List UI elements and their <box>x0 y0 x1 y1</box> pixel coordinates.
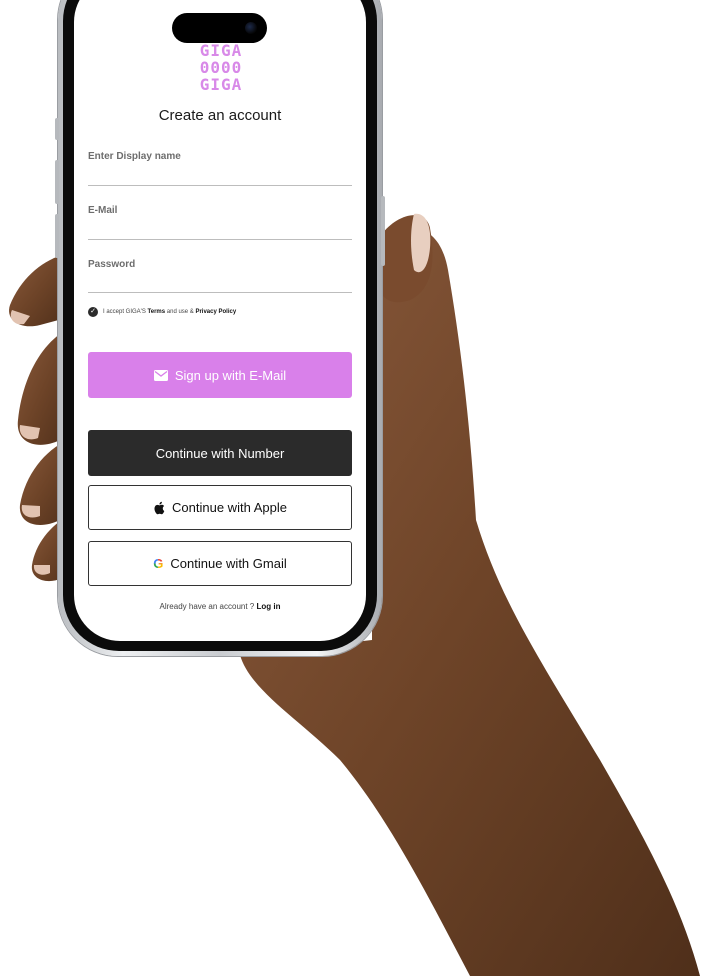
camera-icon <box>245 22 257 34</box>
continue-gmail-label: Continue with Gmail <box>170 556 287 571</box>
signup-email-label: Sign up with E-Mail <box>174 367 287 383</box>
phone-side-button <box>55 160 59 204</box>
page-title: Create an account <box>158 107 282 124</box>
logo-line: GIGA <box>199 41 243 60</box>
apple-logo-icon <box>154 501 165 514</box>
mail-icon <box>153 369 168 381</box>
continue-number-button[interactable]: Continue with Number <box>88 430 352 476</box>
password-field[interactable]: Password <box>88 259 352 293</box>
terms-row: ✓ I accept GIGA'S Terms and use & Privac… <box>88 306 352 318</box>
field-underline <box>88 239 352 240</box>
login-link[interactable]: Log in <box>256 602 280 611</box>
login-row: Already have an account ? Log in <box>88 602 352 611</box>
terms-prefix: I accept GIGA'S <box>103 309 146 315</box>
field-underline <box>88 185 352 186</box>
privacy-policy-link[interactable]: Privacy Policy <box>195 309 236 315</box>
field-underline <box>88 292 352 293</box>
display-name-field[interactable]: Enter Display name <box>88 151 352 186</box>
continue-apple-button[interactable]: Continue with Apple <box>88 485 352 530</box>
giga-logo: GIGA 0000 GIGA <box>192 42 250 94</box>
phone-side-button <box>381 196 385 266</box>
signup-email-button[interactable]: Sign up with E-Mail <box>88 352 352 398</box>
phone-side-button <box>55 118 59 140</box>
email-field[interactable]: E-Mail <box>88 205 352 240</box>
continue-gmail-button[interactable]: G Continue with Gmail <box>88 541 352 586</box>
continue-number-label: Continue with Number <box>155 445 285 461</box>
terms-middle: and use & <box>166 309 194 315</box>
terms-link[interactable]: Terms <box>148 309 166 315</box>
login-prompt: Already have an account ? <box>159 602 255 611</box>
continue-apple-label: Continue with Apple <box>172 500 287 515</box>
google-g-icon: G <box>153 556 164 571</box>
logo-line: 0000 <box>199 58 243 77</box>
dynamic-island <box>172 13 267 43</box>
check-circle-icon[interactable]: ✓ <box>88 307 98 317</box>
phone-side-button <box>55 214 59 258</box>
logo-line: GIGA <box>199 75 243 94</box>
terms-text: I accept GIGA'S Terms and use & Privacy … <box>103 309 236 315</box>
